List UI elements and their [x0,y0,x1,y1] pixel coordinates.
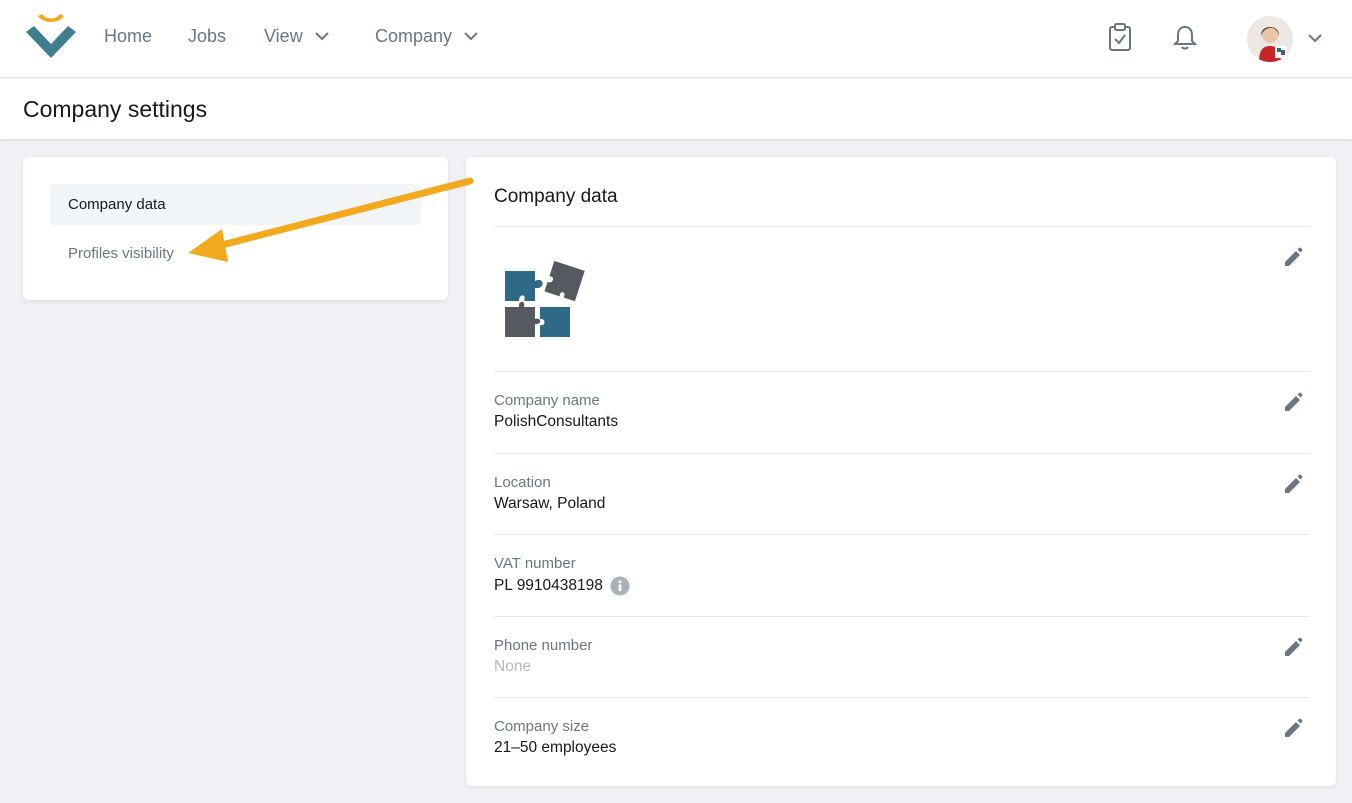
user-avatar-photo [1247,16,1293,62]
company-name-label: Company name [494,392,600,409]
phone-number-label: Phone number [494,637,593,654]
company-logo-puzzle-icon[interactable] [502,257,588,341]
side-menu-item-company-data[interactable]: Company data [50,184,421,225]
divider [494,616,1309,617]
side-menu-item-label: Profiles visibility [68,245,174,262]
phone-number-value: None [494,658,531,676]
location-label: Location [494,474,551,491]
edit-company-size-pencil-icon[interactable] [1282,717,1304,739]
company-name-value: PolishConsultants [494,413,618,431]
side-menu-item-profiles-visibility[interactable]: Profiles visibility [50,233,421,274]
edit-location-pencil-icon[interactable] [1282,473,1304,495]
top-navigation-bar: Home Jobs View Company [0,0,1352,78]
nav-view-dropdown[interactable]: View [264,26,329,47]
nav-company-dropdown[interactable]: Company [375,26,478,47]
phone-number-text: None [494,658,532,675]
nav-home[interactable]: Home [104,26,152,47]
vat-number-text: PL 9910438198 [494,577,603,594]
divider [494,534,1309,535]
company-name-text: PolishConsultants [494,413,619,430]
divider [494,371,1309,372]
company-logo-icon[interactable] [24,14,78,60]
vat-number-value: PL 9910438198 [494,576,630,596]
settings-side-menu: Company data Profiles visibility [23,157,448,300]
clipboard-check-icon[interactable] [1107,22,1133,52]
edit-company-name-pencil-icon[interactable] [1282,391,1304,413]
company-size-text: 21–50 employees [494,739,617,756]
company-data-panel: Company data Company name PolishConsulta… [466,157,1336,786]
section-title: Company data [494,186,618,207]
nav-jobs[interactable]: Jobs [188,26,226,47]
divider [494,697,1309,698]
info-icon[interactable] [610,576,630,596]
company-size-label: Company size [494,718,590,735]
edit-logo-pencil-icon[interactable] [1282,246,1304,268]
location-value: Warsaw, Poland [494,495,605,513]
location-text: Warsaw, Poland [494,495,606,512]
edit-phone-number-pencil-icon[interactable] [1282,636,1304,658]
divider [494,453,1309,454]
chevron-down-icon [314,32,329,41]
nav-jobs-label: Jobs [188,26,227,46]
nav-home-label: Home [104,26,153,46]
user-avatar[interactable] [1247,16,1293,62]
side-menu-item-label: Company data [68,196,166,213]
account-menu-chevron-icon[interactable] [1307,33,1323,43]
vat-number-label: VAT number [494,555,576,572]
company-size-value: 21–50 employees [494,739,616,757]
divider [494,226,1309,227]
nav-view-label: View [264,26,303,46]
page-header: Company settings [0,79,1352,139]
bell-icon[interactable] [1172,22,1198,52]
page-title: Company settings [23,96,208,122]
chevron-down-icon [464,32,478,41]
nav-company-label: Company [375,26,453,46]
